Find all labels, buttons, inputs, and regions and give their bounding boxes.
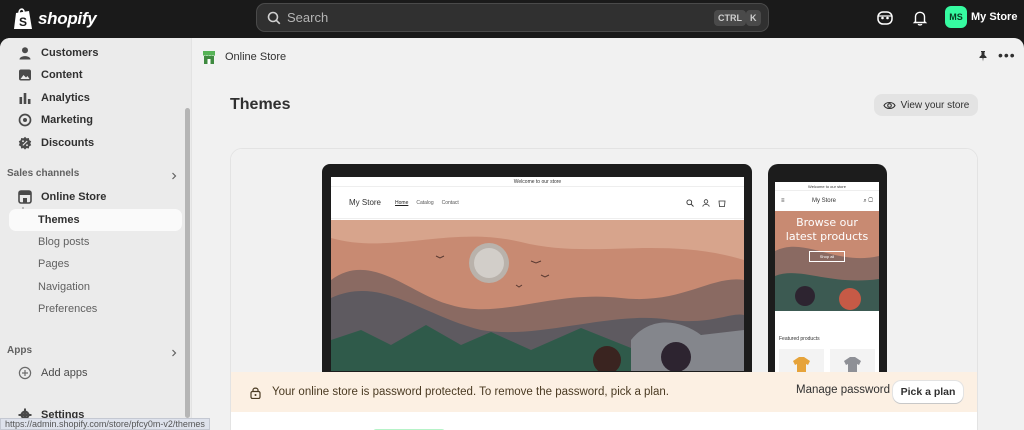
sidebar-item-label: Navigation — [38, 281, 90, 293]
store-icon — [18, 190, 32, 204]
bell-icon[interactable] — [911, 9, 929, 27]
shortcut-k-key: K — [746, 10, 761, 26]
breadcrumb-label: Online Store — [225, 51, 287, 63]
search-placeholder: Search — [287, 10, 329, 25]
search-icon — [686, 198, 694, 207]
breadcrumb[interactable]: Online Store — [201, 49, 286, 65]
store-header: My Store Home Catalog Contact — [331, 187, 744, 219]
sidebar-item-online-store[interactable]: Online Store — [9, 186, 182, 208]
product-thumbnail — [830, 349, 875, 374]
view-store-label: View your store — [900, 99, 970, 111]
image-icon — [19, 69, 31, 81]
preview-nav-contact: Contact — [441, 199, 459, 206]
announcement-bar: Welcome to our store — [331, 177, 744, 187]
desktop-screen: Welcome to our store My Store Home Catal… — [331, 177, 744, 371]
phone-preview[interactable]: Welcome to our store ≡ My Store ⌕ ▢ Brow… — [768, 164, 887, 374]
svg-text:S: S — [19, 15, 27, 29]
pick-plan-button[interactable]: Pick a plan — [893, 381, 963, 403]
logo-text: shopify — [38, 9, 97, 28]
target-icon — [18, 113, 32, 127]
plus-circle-icon — [18, 366, 32, 380]
preview-nav-home: Home — [395, 199, 409, 206]
avatar[interactable]: MS — [945, 6, 967, 28]
sidebar-item-navigation[interactable]: Navigation — [9, 276, 182, 298]
preview-nav-catalog: Catalog — [416, 199, 434, 206]
status-bar-url: https://admin.shopify.com/store/pfcy0m-v… — [0, 418, 210, 430]
mobile-store-name: My Store — [811, 198, 836, 204]
lock-icon — [250, 387, 261, 399]
manage-password-button[interactable]: Manage password — [796, 384, 890, 396]
preview-store-name: My Store — [349, 198, 382, 207]
sidebar-item-label: Online Store — [41, 191, 107, 203]
sidebar-item-add-apps[interactable]: Add apps — [9, 362, 182, 384]
pin-icon[interactable] — [977, 50, 989, 62]
sidebar-item-label: Analytics — [41, 92, 90, 104]
sidebar-item-label: Discounts — [41, 137, 95, 149]
chevron-right-icon[interactable] — [170, 349, 178, 357]
search-input[interactable]: Search CTRL K — [256, 3, 769, 32]
sales-channels-heading: Sales channels — [7, 168, 80, 179]
sidebar-item-content[interactable]: Content — [9, 64, 182, 86]
sidebar-item-label: Content — [41, 69, 83, 81]
more-actions-button[interactable]: ••• — [998, 48, 1016, 62]
mobile-announcement-bar: Welcome to our store — [775, 182, 879, 191]
theme-card: Welcome to our store My Store Home Catal… — [230, 148, 978, 430]
sidekick-icon[interactable] — [876, 9, 894, 27]
mobile-shop-all-button: Shop all — [809, 251, 845, 262]
store-name[interactable]: My Store — [971, 11, 1017, 23]
top-bar: S shopify Search CTRL K MS My Store — [0, 0, 1024, 38]
shopify-logo[interactable]: S shopify — [12, 7, 97, 31]
sidebar-item-themes[interactable]: Themes — [9, 209, 182, 231]
shortcut-ctrl-key: CTRL — [714, 10, 746, 26]
page-title: Themes — [230, 96, 291, 113]
sidebar-item-label: Add apps — [41, 367, 88, 379]
sidebar-item-marketing[interactable]: Marketing — [9, 109, 182, 131]
sidebar-item-blog-posts[interactable]: Blog posts — [9, 231, 182, 253]
main-content: Online Store ••• Themes View your store … — [193, 38, 1024, 430]
sidebar-item-pages[interactable]: Pages — [9, 253, 182, 275]
sidebar-item-customers[interactable]: Customers — [9, 42, 182, 64]
product-thumbnail — [779, 349, 824, 374]
mobile-store-header: ≡ My Store ⌕ ▢ — [775, 191, 879, 211]
eye-icon — [883, 101, 896, 109]
online-store-icon — [203, 51, 215, 64]
password-banner: Your online store is password protected.… — [231, 372, 977, 412]
hamburger-menu-icon: ≡ — [781, 198, 785, 204]
cart-icon — [718, 200, 726, 207]
bar-chart-icon — [19, 93, 31, 104]
sidebar-item-label: Marketing — [41, 114, 93, 126]
sidebar-item-label: Preferences — [38, 303, 98, 315]
mobile-hero-heading: Browse our latest products — [785, 216, 869, 243]
sidebar: Customers Content Analytics Marketing Di… — [0, 38, 192, 430]
admin-frame: Customers Content Analytics Marketing Di… — [0, 38, 1024, 430]
hero-illustration — [331, 220, 744, 371]
person-icon — [19, 47, 31, 60]
sidebar-scrollbar[interactable] — [185, 108, 190, 418]
sidebar-item-discounts[interactable]: Discounts — [9, 132, 182, 154]
chevron-right-icon[interactable] — [170, 172, 178, 180]
theme-preview: Welcome to our store My Store Home Catal… — [231, 149, 977, 374]
sidebar-item-label: Themes — [38, 214, 80, 226]
view-store-button[interactable]: View your store — [874, 94, 978, 116]
sidebar-item-label: Customers — [41, 47, 99, 59]
mobile-header-icons: ⌕ ▢ — [863, 197, 873, 204]
sidebar-item-preferences[interactable]: Preferences — [9, 298, 182, 320]
featured-products-label: Featured products — [779, 336, 820, 342]
laptop-preview[interactable]: Welcome to our store My Store Home Catal… — [322, 164, 752, 374]
shopify-bag-icon: S — [14, 8, 32, 29]
sidebar-item-label: Blog posts — [38, 236, 90, 248]
apps-heading: Apps — [7, 345, 32, 356]
preview-header-icons — [686, 198, 726, 207]
account-icon — [702, 198, 710, 207]
search-icon — [267, 11, 281, 24]
sidebar-item-label: Pages — [38, 258, 70, 270]
password-banner-message: Your online store is password protected.… — [272, 386, 669, 398]
mobile-screen: Welcome to our store ≡ My Store ⌕ ▢ Brow… — [775, 182, 879, 374]
discount-icon — [18, 136, 32, 150]
sidebar-item-analytics[interactable]: Analytics — [9, 87, 182, 109]
